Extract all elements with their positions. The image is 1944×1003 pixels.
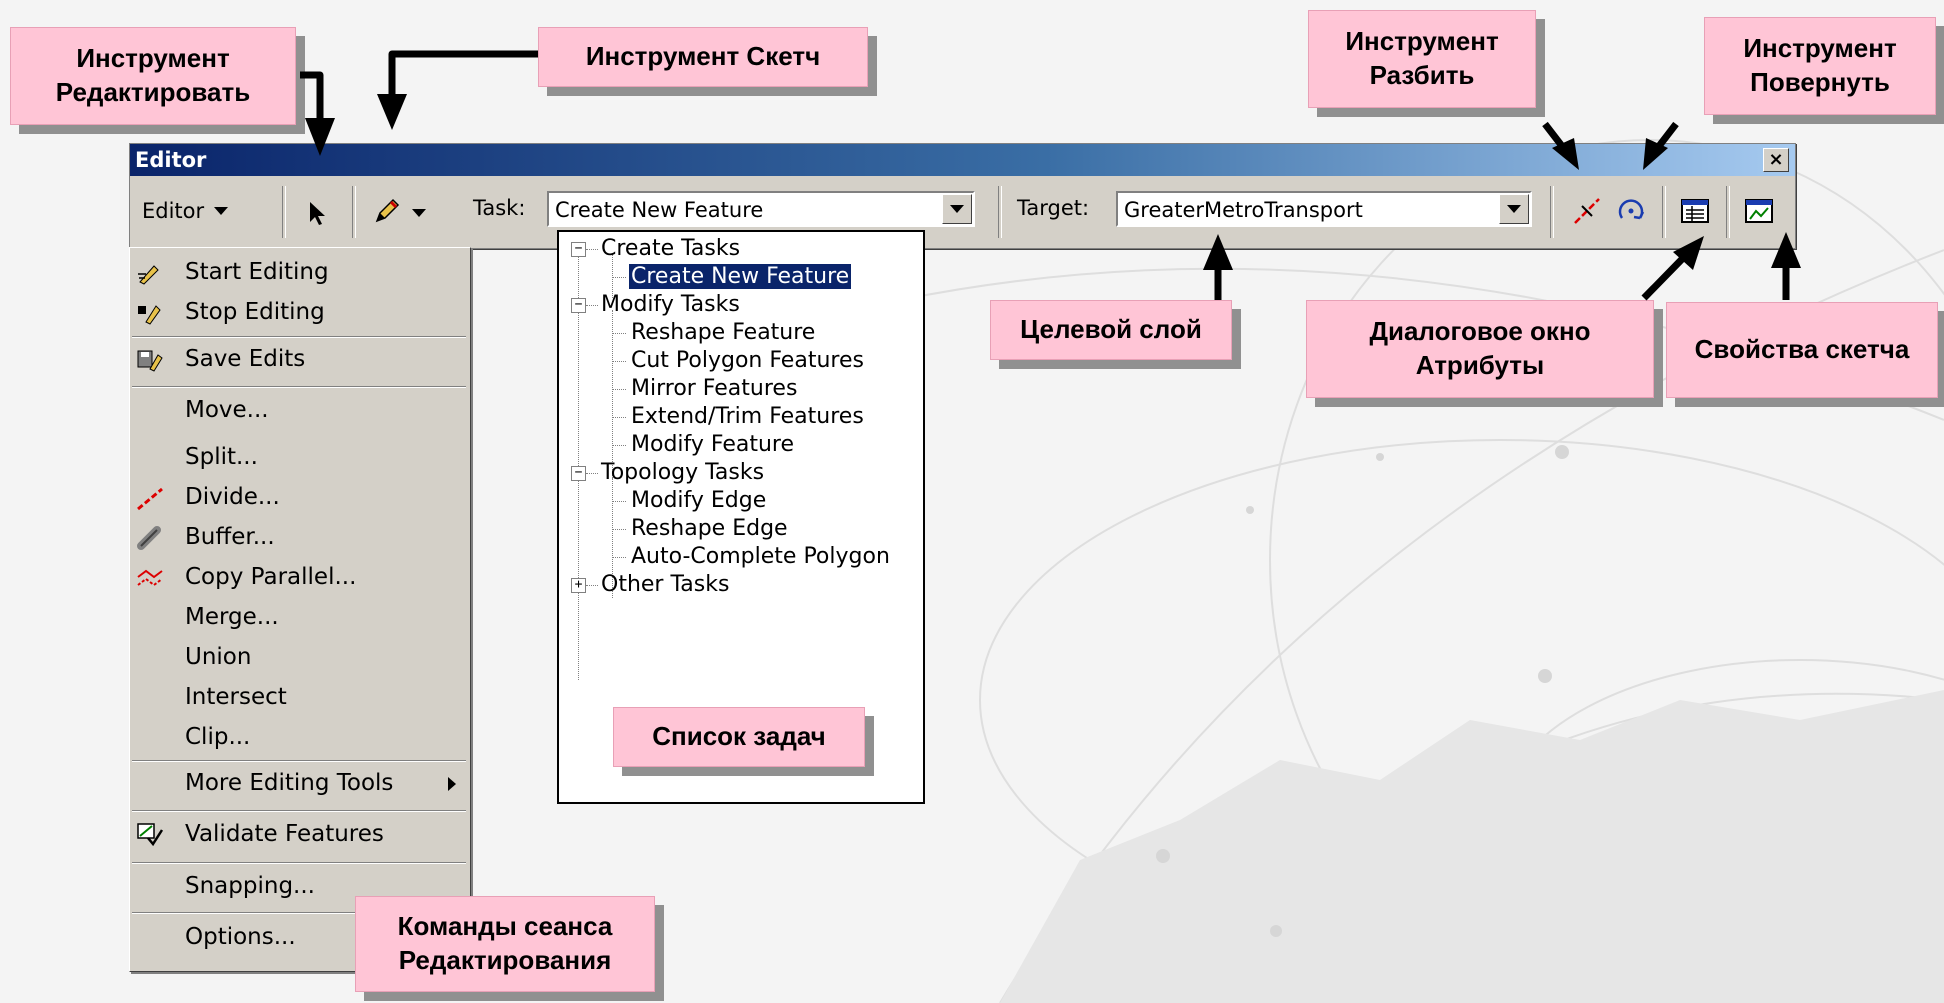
task-label: Task: — [473, 196, 526, 220]
target-combo[interactable]: GreaterMetroTransport — [1116, 191, 1532, 227]
tree-connector — [612, 361, 626, 362]
menu-item-split[interactable]: Split... — [130, 439, 470, 477]
toolbar-separator — [998, 186, 1002, 238]
menu-item-intersect[interactable]: Intersect — [130, 679, 470, 717]
tree-group-create-tasks[interactable]: Create Tasks — [601, 236, 740, 261]
collapse-toggle-icon[interactable]: − — [571, 298, 586, 313]
chevron-down-icon — [214, 207, 229, 215]
divide-icon — [136, 485, 164, 511]
tree-item-extend-trim-features[interactable]: Extend/Trim Features — [631, 404, 864, 429]
attributes-icon[interactable] — [1678, 194, 1712, 228]
task-combo-dropdown-button[interactable] — [942, 194, 972, 224]
toolbar-separator — [352, 186, 356, 238]
task-combo[interactable]: Create New Feature — [547, 191, 975, 227]
callout-sketch-tool: Инструмент Скетч — [538, 27, 868, 87]
tree-item-reshape-edge[interactable]: Reshape Edge — [631, 516, 788, 541]
editor-toolbar-window: Editor × Editor Task: Create New Feature… — [129, 143, 1796, 249]
tree-group-other-tasks[interactable]: Other Tasks — [601, 572, 729, 597]
menu-item-buffer[interactable]: Buffer... — [130, 519, 470, 557]
tree-connector — [612, 445, 626, 446]
tree-connector — [612, 417, 626, 418]
tree-connector — [612, 389, 626, 390]
callout-task-list: Список задач — [613, 707, 865, 767]
editor-menu-label: Editor — [142, 199, 205, 223]
callout-rotate-tool: Инструмент Повернуть — [1704, 17, 1936, 115]
menu-separator — [132, 386, 466, 388]
callout-edit-tool: Инструмент Редактировать — [10, 27, 296, 125]
tree-connector — [586, 585, 598, 586]
callout-sketch-properties: Свойства скетча — [1666, 302, 1938, 398]
tree-group-topology-tasks[interactable]: Topology Tasks — [601, 460, 764, 485]
tree-item-reshape-feature[interactable]: Reshape Feature — [631, 320, 815, 345]
toolbar-separator — [1550, 186, 1554, 238]
tree-connector — [586, 249, 598, 250]
rotate-tool-icon[interactable] — [1614, 194, 1648, 228]
sketch-tool-dropdown-icon[interactable] — [402, 196, 436, 230]
buffer-icon — [136, 525, 164, 551]
tree-item-auto-complete-polygon[interactable]: Auto-Complete Polygon — [631, 544, 890, 569]
save-edits-icon — [136, 347, 164, 373]
target-combo-value: GreaterMetroTransport — [1124, 198, 1363, 222]
close-button[interactable]: × — [1763, 148, 1789, 172]
collapse-toggle-icon[interactable]: − — [571, 466, 586, 481]
tree-group-modify-tasks[interactable]: Modify Tasks — [601, 292, 740, 317]
toolbar-separator — [1726, 186, 1730, 238]
menu-item-stop-editing[interactable]: Stop Editing — [130, 294, 470, 332]
menu-separator — [132, 336, 466, 338]
target-combo-dropdown-button[interactable] — [1499, 194, 1529, 224]
task-combo-value: Create New Feature — [555, 198, 764, 222]
tree-connector — [612, 529, 626, 530]
callout-attributes-dialog: Диалоговое окно Атрибуты — [1306, 300, 1654, 398]
menu-separator — [132, 760, 466, 762]
toolbar-separator — [1662, 186, 1666, 238]
callout-target-layer: Целевой слой — [990, 300, 1232, 360]
menu-item-move[interactable]: Move... — [130, 392, 470, 430]
tree-connector — [612, 557, 626, 558]
editor-menu-button[interactable]: Editor — [142, 194, 229, 228]
callout-split-tool: Инструмент Разбить — [1308, 10, 1536, 108]
tree-item-modify-edge[interactable]: Modify Edge — [631, 488, 766, 513]
editor-dropdown-menu: Start Editing Stop Editing Save Edits Mo… — [129, 247, 471, 972]
editor-toolbar: Editor Task: Create New Feature Target: … — [130, 176, 1795, 248]
menu-item-divide[interactable]: Divide... — [130, 479, 470, 517]
tree-connector — [612, 277, 626, 278]
stop-editing-icon — [136, 300, 164, 326]
expand-toggle-icon[interactable]: + — [571, 578, 586, 593]
menu-item-merge[interactable]: Merge... — [130, 599, 470, 637]
menu-item-start-editing[interactable]: Start Editing — [130, 254, 470, 292]
validate-features-icon — [136, 822, 164, 848]
callout-session-commands: Команды сеанса Редактирования — [355, 896, 655, 992]
menu-item-more-editing-tools[interactable]: More Editing Tools — [130, 765, 470, 803]
sketch-properties-icon[interactable] — [1742, 194, 1776, 228]
edit-tool-arrow-icon[interactable] — [300, 196, 334, 230]
target-label: Target: — [1017, 196, 1090, 220]
menu-item-save-edits[interactable]: Save Edits — [130, 341, 470, 379]
tree-item-modify-feature[interactable]: Modify Feature — [631, 432, 794, 457]
window-title: Editor — [135, 148, 207, 172]
start-editing-icon — [136, 260, 164, 286]
tree-connector — [612, 333, 626, 334]
menu-separator — [132, 862, 466, 864]
split-tool-icon[interactable] — [1570, 194, 1604, 228]
tree-item-create-new-feature[interactable]: Create New Feature — [627, 263, 853, 290]
collapse-toggle-icon[interactable]: − — [571, 242, 586, 257]
title-bar: Editor × — [130, 144, 1795, 176]
menu-separator — [132, 810, 466, 812]
toolbar-separator — [282, 186, 286, 238]
tree-connector — [612, 501, 626, 502]
tree-item-mirror-features[interactable]: Mirror Features — [631, 376, 797, 401]
menu-item-validate-features[interactable]: Validate Features — [130, 816, 470, 854]
tree-connector — [586, 305, 598, 306]
tree-item-cut-polygon-features[interactable]: Cut Polygon Features — [631, 348, 864, 373]
tree-connector — [586, 473, 598, 474]
menu-item-clip[interactable]: Clip... — [130, 719, 470, 757]
menu-item-copy-parallel[interactable]: Copy Parallel... — [130, 559, 470, 597]
chevron-right-icon — [448, 777, 456, 791]
sketch-pencil-icon[interactable] — [370, 194, 404, 228]
copy-parallel-icon — [136, 565, 164, 591]
menu-item-union[interactable]: Union — [130, 639, 470, 677]
